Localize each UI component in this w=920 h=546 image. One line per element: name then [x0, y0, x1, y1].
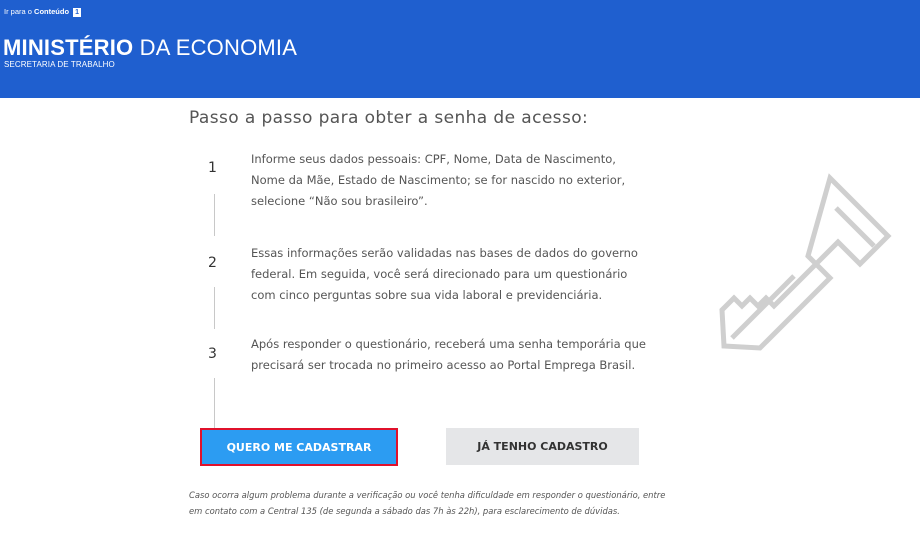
ministry-title-bold: MINISTÉRIO [3, 35, 134, 60]
step-text-2: Essas informações serão validadas nas ba… [251, 246, 638, 302]
step-text-1: Informe seus dados pessoais: CPF, Nome, … [251, 152, 626, 208]
secretaria-subtitle: SECRETARIA DE TRABALHO [4, 60, 115, 69]
already-registered-button[interactable]: JÁ TENHO CADASTRO [446, 428, 639, 465]
help-note: Caso ocorra algum problema durante a ver… [189, 490, 666, 516]
ministry-title-rest: DA ECONOMIA [139, 35, 298, 60]
skip-prefix: Ir para o [4, 7, 32, 16]
step-connector-1 [214, 194, 215, 236]
skip-shortcut-key: 1 [73, 8, 82, 17]
key-icon [719, 173, 892, 351]
step-number-1: 1 [208, 160, 217, 176]
skip-to-content-link[interactable]: Ir para o Conteúdo 1 [4, 7, 82, 17]
site-header: Ir para o Conteúdo 1 MINISTÉRIO DA ECONO… [0, 0, 920, 98]
step-number-2: 2 [208, 255, 217, 271]
step-number-3: 3 [208, 346, 217, 362]
skip-link-label[interactable]: Conteúdo [34, 7, 69, 16]
step-connector-3 [214, 378, 215, 428]
ministry-title: MINISTÉRIO DA ECONOMIA [3, 35, 297, 61]
step-connector-2 [214, 287, 215, 329]
register-button[interactable]: QUERO ME CADASTRAR [200, 428, 398, 466]
step-text-3: Após responder o questionário, receberá … [251, 337, 646, 372]
page-title: Passo a passo para obter a senha de aces… [189, 108, 589, 128]
